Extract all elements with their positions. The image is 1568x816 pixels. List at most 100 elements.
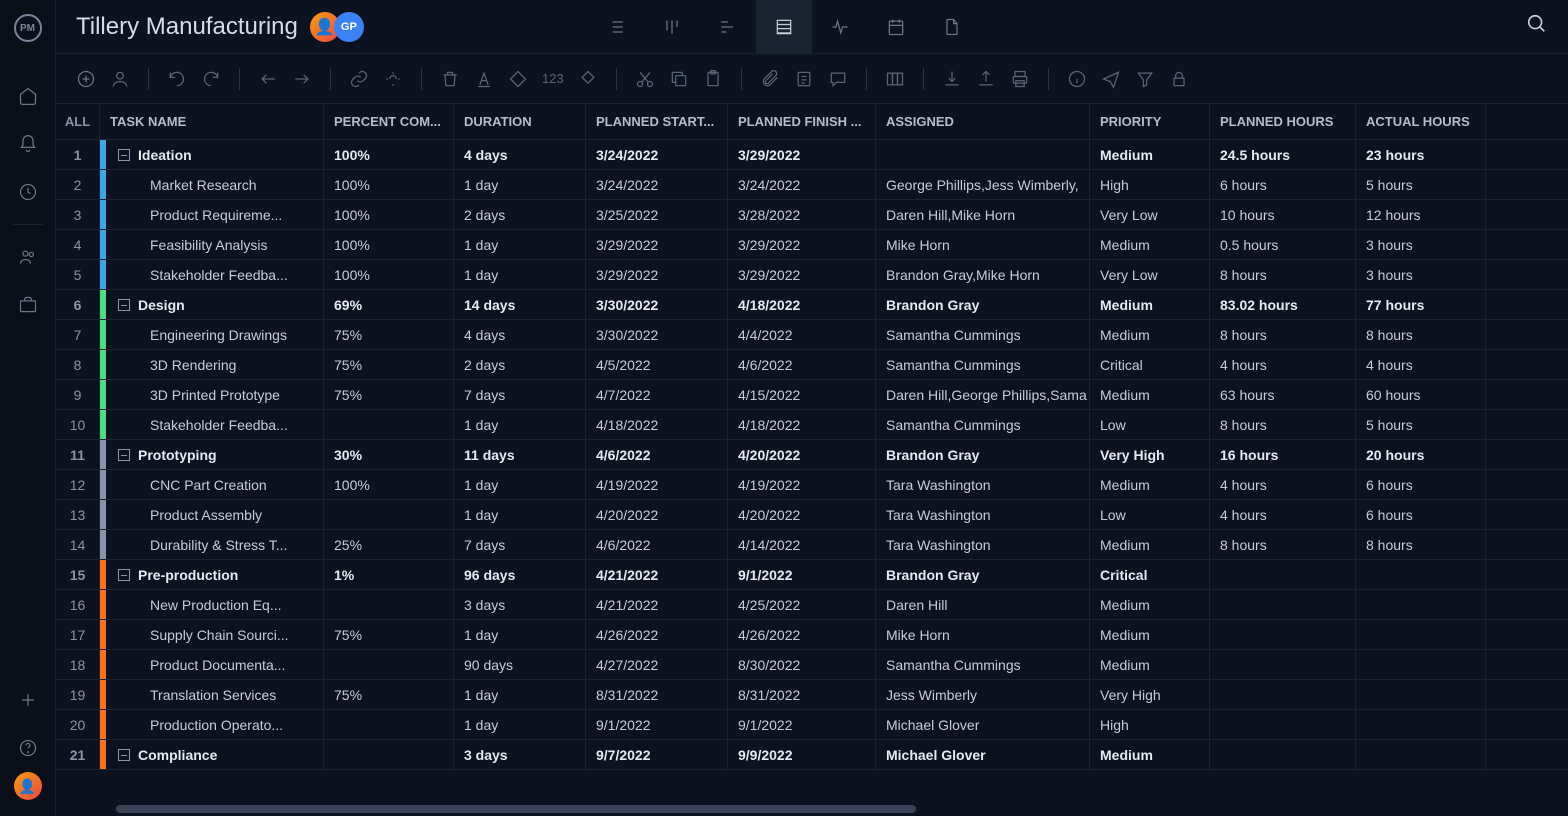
duration-cell[interactable]: 2 days [454, 200, 586, 229]
col-header-percent[interactable]: PERCENT COM... [324, 104, 454, 139]
redo-icon[interactable] [201, 69, 221, 89]
actual-hours-cell[interactable] [1356, 680, 1486, 709]
percent-cell[interactable]: 75% [324, 320, 454, 349]
assigned-cell[interactable]: Mike Horn [876, 620, 1090, 649]
percent-cell[interactable]: 69% [324, 290, 454, 319]
recent-icon[interactable] [0, 168, 56, 216]
outdent-icon[interactable] [258, 69, 278, 89]
assigned-cell[interactable]: Michael Glover [876, 740, 1090, 769]
planned-hours-cell[interactable]: 8 hours [1210, 530, 1356, 559]
planned-hours-cell[interactable] [1210, 620, 1356, 649]
finish-cell[interactable]: 3/29/2022 [728, 260, 876, 289]
lock-icon[interactable] [1169, 69, 1189, 89]
duration-cell[interactable]: 7 days [454, 530, 586, 559]
link-icon[interactable] [349, 69, 369, 89]
actual-hours-cell[interactable]: 4 hours [1356, 350, 1486, 379]
planned-hours-cell[interactable] [1210, 560, 1356, 589]
cut-icon[interactable] [635, 69, 655, 89]
start-cell[interactable]: 3/25/2022 [586, 200, 728, 229]
start-cell[interactable]: 3/29/2022 [586, 230, 728, 259]
assigned-cell[interactable]: Mike Horn [876, 230, 1090, 259]
horizontal-scrollbar[interactable] [56, 802, 1568, 816]
duration-cell[interactable]: 1 day [454, 500, 586, 529]
priority-cell[interactable]: Medium [1090, 530, 1210, 559]
files-view-tab[interactable] [924, 0, 980, 54]
task-name-cell[interactable]: Stakeholder Feedba... [106, 410, 324, 439]
unlink-icon[interactable] [383, 69, 403, 89]
delete-icon[interactable] [440, 69, 460, 89]
percent-cell[interactable]: 1% [324, 560, 454, 589]
import-icon[interactable] [942, 69, 962, 89]
duration-cell[interactable]: 1 day [454, 230, 586, 259]
priority-cell[interactable]: Medium [1090, 740, 1210, 769]
actual-hours-cell[interactable]: 3 hours [1356, 260, 1486, 289]
text-format-icon[interactable] [474, 69, 494, 89]
col-header-finish[interactable]: PLANNED FINISH ... [728, 104, 876, 139]
planned-hours-cell[interactable]: 83.02 hours [1210, 290, 1356, 319]
start-cell[interactable]: 4/20/2022 [586, 500, 728, 529]
start-cell[interactable]: 3/30/2022 [586, 320, 728, 349]
task-row[interactable]: 6Design69%14 days3/30/20224/18/2022Brand… [56, 290, 1568, 320]
percent-cell[interactable]: 100% [324, 200, 454, 229]
finish-cell[interactable]: 9/1/2022 [728, 710, 876, 739]
finish-cell[interactable]: 4/15/2022 [728, 380, 876, 409]
collapse-icon[interactable] [118, 569, 130, 581]
start-cell[interactable]: 8/31/2022 [586, 680, 728, 709]
actual-hours-cell[interactable] [1356, 620, 1486, 649]
help-icon[interactable] [0, 724, 56, 772]
start-cell[interactable]: 9/7/2022 [586, 740, 728, 769]
duration-cell[interactable]: 3 days [454, 590, 586, 619]
assigned-cell[interactable]: Tara Washington [876, 530, 1090, 559]
task-row[interactable]: 21Compliance3 days9/7/20229/9/2022Michae… [56, 740, 1568, 770]
finish-cell[interactable]: 4/14/2022 [728, 530, 876, 559]
assigned-cell[interactable]: Samantha Cummings [876, 410, 1090, 439]
planned-hours-cell[interactable]: 6 hours [1210, 170, 1356, 199]
task-row[interactable]: 7Engineering Drawings75%4 days3/30/20224… [56, 320, 1568, 350]
percent-cell[interactable] [324, 590, 454, 619]
board-view-tab[interactable] [644, 0, 700, 54]
info-icon[interactable] [1067, 69, 1087, 89]
planned-hours-cell[interactable]: 24.5 hours [1210, 140, 1356, 169]
finish-cell[interactable]: 8/30/2022 [728, 650, 876, 679]
finish-cell[interactable]: 9/9/2022 [728, 740, 876, 769]
assigned-cell[interactable]: Samantha Cummings [876, 650, 1090, 679]
priority-cell[interactable]: Medium [1090, 320, 1210, 349]
assigned-cell[interactable]: Brandon Gray [876, 560, 1090, 589]
planned-hours-cell[interactable]: 4 hours [1210, 470, 1356, 499]
start-cell[interactable]: 3/24/2022 [586, 140, 728, 169]
pulse-view-tab[interactable] [812, 0, 868, 54]
task-row[interactable]: 12CNC Part Creation100%1 day4/19/20224/1… [56, 470, 1568, 500]
start-cell[interactable]: 9/1/2022 [586, 710, 728, 739]
task-row[interactable]: 83D Rendering75%2 days4/5/20224/6/2022Sa… [56, 350, 1568, 380]
finish-cell[interactable]: 4/19/2022 [728, 470, 876, 499]
actual-hours-cell[interactable]: 5 hours [1356, 410, 1486, 439]
col-header-priority[interactable]: PRIORITY [1090, 104, 1210, 139]
task-row[interactable]: 16New Production Eq...3 days4/21/20224/2… [56, 590, 1568, 620]
collapse-icon[interactable] [118, 749, 130, 761]
assigned-cell[interactable]: Brandon Gray [876, 440, 1090, 469]
priority-cell[interactable]: Medium [1090, 290, 1210, 319]
planned-hours-cell[interactable]: 8 hours [1210, 410, 1356, 439]
start-cell[interactable]: 4/26/2022 [586, 620, 728, 649]
priority-cell[interactable]: High [1090, 710, 1210, 739]
assigned-cell[interactable]: Michael Glover [876, 710, 1090, 739]
task-row[interactable]: 15Pre-production1%96 days4/21/20229/1/20… [56, 560, 1568, 590]
actual-hours-cell[interactable] [1356, 710, 1486, 739]
percent-cell[interactable]: 25% [324, 530, 454, 559]
percent-cell[interactable]: 30% [324, 440, 454, 469]
priority-cell[interactable]: Low [1090, 410, 1210, 439]
task-name-cell[interactable]: Production Operato... [106, 710, 324, 739]
col-header-start[interactable]: PLANNED START... [586, 104, 728, 139]
finish-cell[interactable]: 4/6/2022 [728, 350, 876, 379]
notifications-icon[interactable] [0, 120, 56, 168]
comment-icon[interactable] [828, 69, 848, 89]
task-name-cell[interactable]: Ideation [106, 140, 324, 169]
assigned-cell[interactable]: Daren Hill,Mike Horn [876, 200, 1090, 229]
actual-hours-cell[interactable]: 5 hours [1356, 170, 1486, 199]
start-cell[interactable]: 3/30/2022 [586, 290, 728, 319]
duration-cell[interactable]: 1 day [454, 680, 586, 709]
percent-cell[interactable] [324, 500, 454, 529]
finish-cell[interactable]: 4/20/2022 [728, 440, 876, 469]
start-cell[interactable]: 4/27/2022 [586, 650, 728, 679]
assigned-cell[interactable]: Daren Hill,George Phillips,Sama [876, 380, 1090, 409]
